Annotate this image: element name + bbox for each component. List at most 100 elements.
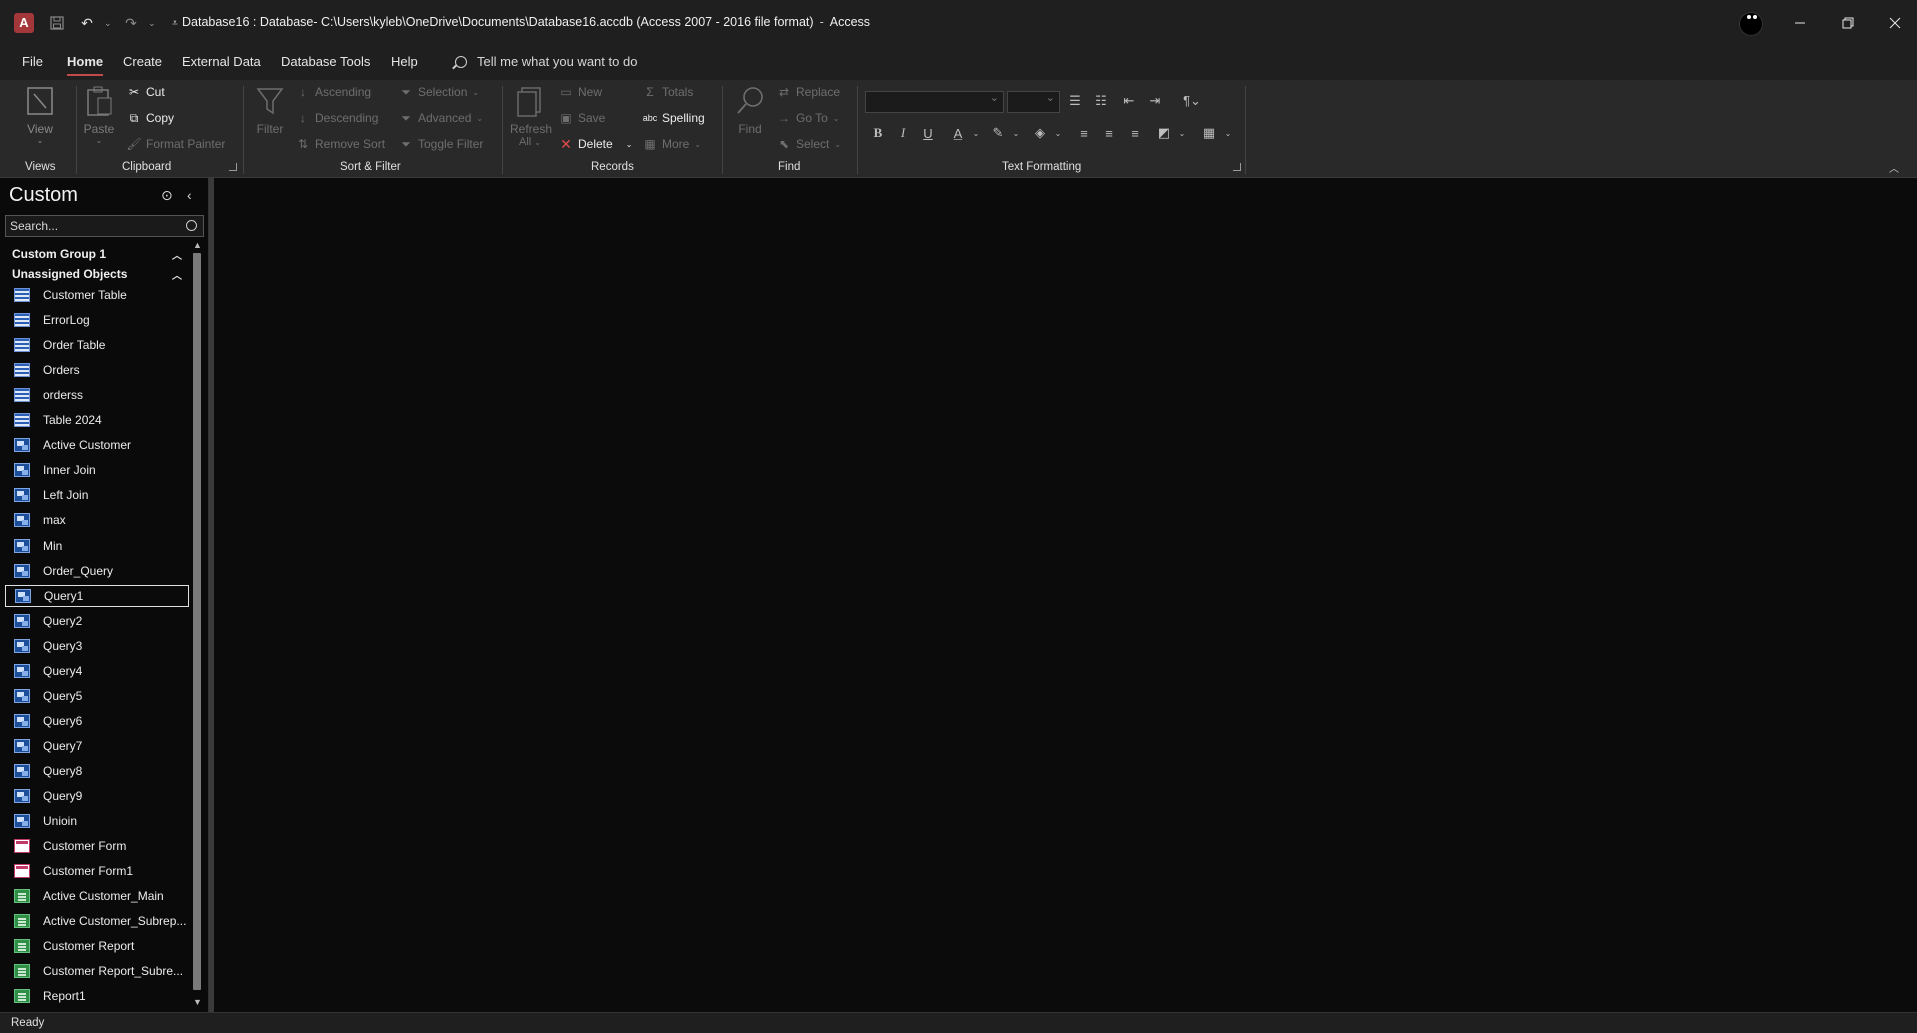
nav-item-customer-form[interactable]: Customer Form	[5, 835, 189, 857]
nav-item-orderss[interactable]: orderss	[5, 384, 189, 406]
nav-item-min[interactable]: Min	[5, 535, 189, 557]
restore-icon[interactable]	[1824, 0, 1872, 46]
align-center-icon[interactable]: ≡	[1100, 123, 1118, 143]
copy-button[interactable]: ⧉ Copy	[127, 111, 174, 126]
nav-item-customer-form1[interactable]: Customer Form1	[5, 860, 189, 882]
gridlines-dropdown-icon[interactable]: ⌄	[1219, 123, 1237, 143]
scroll-down-icon[interactable]: ▼	[193, 997, 202, 1007]
save-record-button[interactable]: ▣ Save	[559, 111, 605, 125]
collapse-ribbon-icon[interactable]: ︿	[1889, 160, 1899, 175]
tab-home[interactable]: Home	[67, 54, 104, 76]
scroll-up-icon[interactable]: ▲	[193, 240, 202, 250]
new-record-button[interactable]: ▭ New	[559, 85, 602, 99]
nav-item-inner-join[interactable]: Inner Join	[5, 459, 189, 481]
nav-item-query7[interactable]: Query7	[5, 735, 189, 757]
font-size-select[interactable]	[1007, 91, 1060, 113]
format-painter-button[interactable]: 🖌 Format Painter	[126, 137, 225, 151]
user-avatar[interactable]	[1739, 12, 1763, 36]
nav-item-query1[interactable]: Query1	[5, 585, 189, 607]
nav-item-orders[interactable]: Orders	[5, 359, 189, 381]
nav-item-errorlog[interactable]: ErrorLog	[5, 309, 189, 331]
scrollbar-thumb[interactable]	[193, 253, 201, 990]
nav-item-customer-report-subre[interactable]: Customer Report_Subre...	[5, 960, 189, 982]
more-button[interactable]: ▦ More ⌄	[643, 137, 701, 151]
replace-button[interactable]: ⇄ Replace	[777, 85, 840, 99]
paste-button[interactable]: Paste ⌄	[79, 84, 119, 145]
descending-button[interactable]: ↓ Descending	[296, 111, 378, 125]
underline-button[interactable]: U	[919, 123, 937, 143]
view-button[interactable]: View ⌄	[20, 84, 60, 145]
cut-button[interactable]: ✂ Cut	[127, 85, 165, 99]
italic-button[interactable]: I	[894, 123, 912, 143]
nav-item-query3[interactable]: Query3	[5, 635, 189, 657]
font-color-button[interactable]: A	[949, 123, 967, 143]
nav-item-customer-table[interactable]: Customer Table	[5, 284, 189, 306]
paragraph-direction-icon[interactable]: ¶⌄	[1176, 91, 1208, 111]
alternate-row-color-icon[interactable]: ◩	[1155, 123, 1173, 143]
nav-pane-title[interactable]: Custom	[9, 184, 78, 207]
nav-item-max[interactable]: max	[5, 509, 189, 531]
totals-button[interactable]: Σ Totals	[643, 85, 693, 99]
alternate-row-dropdown-icon[interactable]: ⌄	[1173, 123, 1191, 143]
filter-button[interactable]: Filter	[250, 84, 290, 136]
decrease-indent-icon[interactable]: ⇤	[1120, 91, 1138, 111]
find-button[interactable]: Find	[730, 84, 770, 136]
nav-item-active-customer-subrep[interactable]: Active Customer_Subrep...	[5, 910, 189, 932]
bullets-icon[interactable]: ☰	[1066, 91, 1084, 111]
font-name-select[interactable]	[865, 91, 1004, 113]
redo-icon[interactable]: ↷	[118, 12, 144, 34]
clipboard-dialog-launcher-icon[interactable]	[229, 163, 237, 171]
undo-dropdown-icon[interactable]: ⌄	[104, 18, 114, 29]
nav-scrollbar[interactable]: ▲ ▼	[192, 240, 202, 1009]
highlight-icon[interactable]: ✎	[989, 123, 1007, 143]
tab-help[interactable]: Help	[391, 54, 418, 76]
tab-external-data[interactable]: External Data	[182, 54, 261, 76]
spelling-button[interactable]: abc Spelling	[643, 111, 705, 125]
group-header-custom-group-1[interactable]: Custom Group 1 ︿	[12, 247, 182, 262]
nav-item-order-table[interactable]: Order Table	[5, 334, 189, 356]
text-formatting-dialog-launcher-icon[interactable]	[1233, 163, 1241, 171]
nav-item-query5[interactable]: Query5	[5, 685, 189, 707]
toggle-filter-button[interactable]: ⏷ Toggle Filter	[399, 137, 483, 152]
tell-me-box[interactable]: Tell me what you want to do	[455, 54, 637, 69]
nav-item-left-join[interactable]: Left Join	[5, 484, 189, 506]
undo-icon[interactable]: ↶	[74, 12, 100, 34]
nav-item-query2[interactable]: Query2	[5, 610, 189, 632]
tab-create[interactable]: Create	[123, 54, 162, 76]
nav-item-report1[interactable]: Report1	[5, 985, 189, 1004]
group-header-unassigned-objects[interactable]: Unassigned Objects ︿	[12, 267, 182, 282]
nav-item-query9[interactable]: Query9	[5, 785, 189, 807]
redo-dropdown-icon[interactable]: ⌄	[148, 18, 158, 29]
align-left-icon[interactable]: ≡	[1075, 123, 1093, 143]
align-right-icon[interactable]: ≡	[1126, 123, 1144, 143]
increase-indent-icon[interactable]: ⇥	[1146, 91, 1164, 111]
bold-button[interactable]: B	[869, 123, 887, 143]
highlight-dropdown-icon[interactable]: ⌄	[1007, 123, 1025, 143]
refresh-all-button[interactable]: Refresh All ⌄	[510, 84, 552, 148]
numbering-icon[interactable]: ☷	[1092, 91, 1110, 111]
nav-item-query8[interactable]: Query8	[5, 760, 189, 782]
close-icon[interactable]	[1871, 0, 1917, 46]
save-icon[interactable]	[44, 12, 70, 34]
nav-item-order-query[interactable]: Order_Query	[5, 560, 189, 582]
delete-dropdown-icon[interactable]: ⌄	[626, 140, 633, 149]
shutter-bar-close-icon[interactable]: ‹	[187, 187, 192, 203]
nav-item-active-customer-main[interactable]: Active Customer_Main	[5, 885, 189, 907]
nav-item-customer-report[interactable]: Customer Report	[5, 935, 189, 957]
selection-button[interactable]: ⏷ Selection ⌄	[399, 85, 479, 100]
remove-sort-button[interactable]: ⇅ Remove Sort	[296, 137, 385, 151]
nav-item-table-2024[interactable]: Table 2024	[5, 409, 189, 431]
goto-button[interactable]: → Go To ⌄	[777, 111, 840, 125]
nav-item-unioin[interactable]: Unioin	[5, 810, 189, 832]
gridlines-icon[interactable]: ▦	[1200, 123, 1218, 143]
fill-color-dropdown-icon[interactable]: ⌄	[1049, 123, 1067, 143]
advanced-button[interactable]: ⏷ Advanced ⌄	[399, 111, 483, 126]
ascending-button[interactable]: ↓ Ascending	[296, 85, 371, 99]
nav-search-input[interactable]: Search...	[5, 215, 204, 237]
select-button[interactable]: ⬉ Select ⌄	[777, 137, 841, 151]
delete-record-button[interactable]: ✕ Delete ⌄	[559, 136, 633, 152]
nav-menu-icon[interactable]: ⊙	[161, 187, 173, 204]
tab-database-tools[interactable]: Database Tools	[281, 54, 370, 76]
nav-item-query6[interactable]: Query6	[5, 710, 189, 732]
minimize-icon[interactable]	[1776, 0, 1824, 46]
